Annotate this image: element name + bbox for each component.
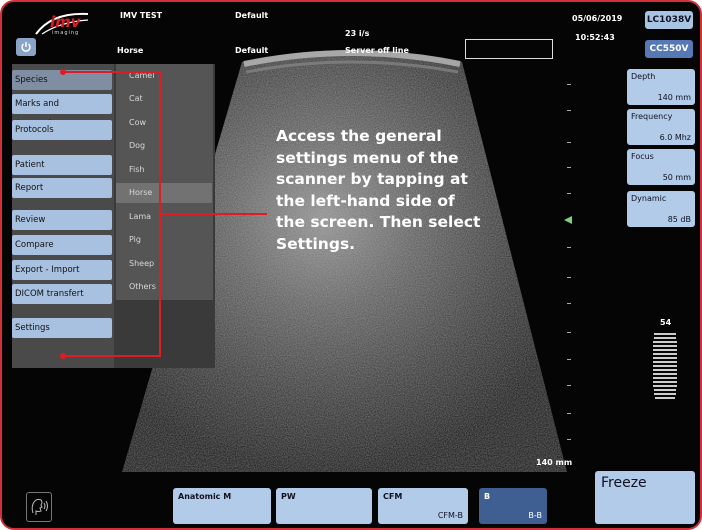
preset-bottom: Default	[235, 46, 269, 55]
species-item-cow[interactable]: Cow	[116, 113, 212, 133]
gain-value: 54	[660, 318, 672, 327]
cfm-button[interactable]: CFM CFM-B	[378, 488, 468, 524]
scanner-screen: imv imaging IMV TEST Default Horse Defau…	[0, 0, 702, 530]
cfm-label: CFM	[383, 492, 403, 501]
menu-item-settings[interactable]: Settings	[12, 318, 112, 338]
dynamic-control[interactable]: Dynamic 85 dB	[627, 191, 695, 227]
species-item-others[interactable]: Others	[116, 277, 212, 297]
species-item-horse[interactable]: Horse	[116, 183, 212, 203]
date: 05/06/2019	[572, 14, 623, 23]
depth-control[interactable]: Depth 140 mm	[627, 69, 695, 105]
preset-top: Default	[235, 11, 269, 20]
b-mode-sub-label: B-B	[528, 511, 542, 520]
time: 10:52:43	[575, 33, 615, 42]
depth-label: Depth	[631, 72, 656, 81]
species-label: Horse	[117, 46, 144, 55]
scanner-button[interactable]: CC550V	[645, 40, 693, 58]
focus-marker-icon	[564, 216, 572, 224]
b-mode-button[interactable]: B B-B	[479, 488, 547, 524]
focus-label: Focus	[631, 152, 654, 161]
server-status-box	[465, 39, 553, 59]
logo-text: imv	[50, 13, 81, 31]
focus-value: 50 mm	[662, 173, 691, 182]
depth-scale-label: 140 mm	[536, 458, 573, 467]
frequency-label: Frequency	[631, 112, 673, 121]
callout-dot-top	[60, 69, 66, 75]
instruction-text: Access the general settings menu of the …	[276, 127, 481, 253]
menu-item-patient[interactable]: Patient	[12, 155, 112, 175]
imv-logo: imv imaging	[32, 8, 90, 38]
species-item-dog[interactable]: Dog	[116, 136, 212, 156]
patient-name: IMV TEST	[120, 11, 163, 20]
gain-slider[interactable]	[650, 332, 680, 402]
server-status: Server off line	[345, 46, 409, 55]
species-item-sheep[interactable]: Sheep	[116, 254, 212, 274]
pw-button[interactable]: PW	[276, 488, 372, 524]
dynamic-label: Dynamic	[631, 194, 667, 203]
voice-icon	[31, 498, 48, 515]
power-icon	[21, 42, 31, 52]
species-item-fish[interactable]: Fish	[116, 160, 212, 180]
frame-rate: 23 i/s	[345, 29, 370, 38]
power-button[interactable]	[16, 38, 36, 56]
menu-item-report[interactable]: Report	[12, 178, 112, 198]
anatomic-m-label: Anatomic M	[178, 492, 232, 501]
callout-line-bottom	[64, 355, 161, 357]
voice-button[interactable]	[26, 492, 52, 522]
logo-subtext: imaging	[52, 30, 80, 36]
callout-line-pointer	[159, 213, 267, 215]
general-settings-menu: Species Marks and Annotations Protocols …	[12, 64, 215, 368]
callout-line-top	[64, 71, 161, 73]
callout-dot-bottom	[60, 353, 66, 359]
species-item-cat[interactable]: Cat	[116, 89, 212, 109]
species-item-pig[interactable]: Pig	[116, 230, 212, 250]
frequency-value: 6.0 Mhz	[659, 133, 691, 142]
depth-value: 140 mm	[657, 93, 691, 102]
menu-item-protocols[interactable]: Protocols	[12, 120, 112, 140]
freeze-button[interactable]: Freeze	[595, 471, 695, 524]
menu-item-export-import[interactable]: Export - Import	[12, 260, 112, 280]
pw-label: PW	[281, 492, 296, 501]
menu-item-dicom-transfert[interactable]: DICOM transfert	[12, 284, 112, 304]
menu-item-compare[interactable]: Compare	[12, 235, 112, 255]
b-mode-label: B	[484, 492, 491, 501]
frequency-control[interactable]: Frequency 6.0 Mhz	[627, 109, 695, 145]
species-item-lama[interactable]: Lama	[116, 207, 212, 227]
dynamic-value: 85 dB	[667, 215, 691, 224]
species-item-camel[interactable]: Camel	[116, 66, 212, 86]
cfm-sub-label: CFM-B	[437, 511, 463, 520]
menu-item-marks-annotations[interactable]: Marks and Annotations	[12, 94, 112, 129]
menu-item-review[interactable]: Review	[12, 210, 112, 230]
probe-button[interactable]: LC1038V	[645, 11, 693, 29]
focus-control[interactable]: Focus 50 mm	[627, 149, 695, 185]
anatomic-m-button[interactable]: Anatomic M	[173, 488, 271, 524]
